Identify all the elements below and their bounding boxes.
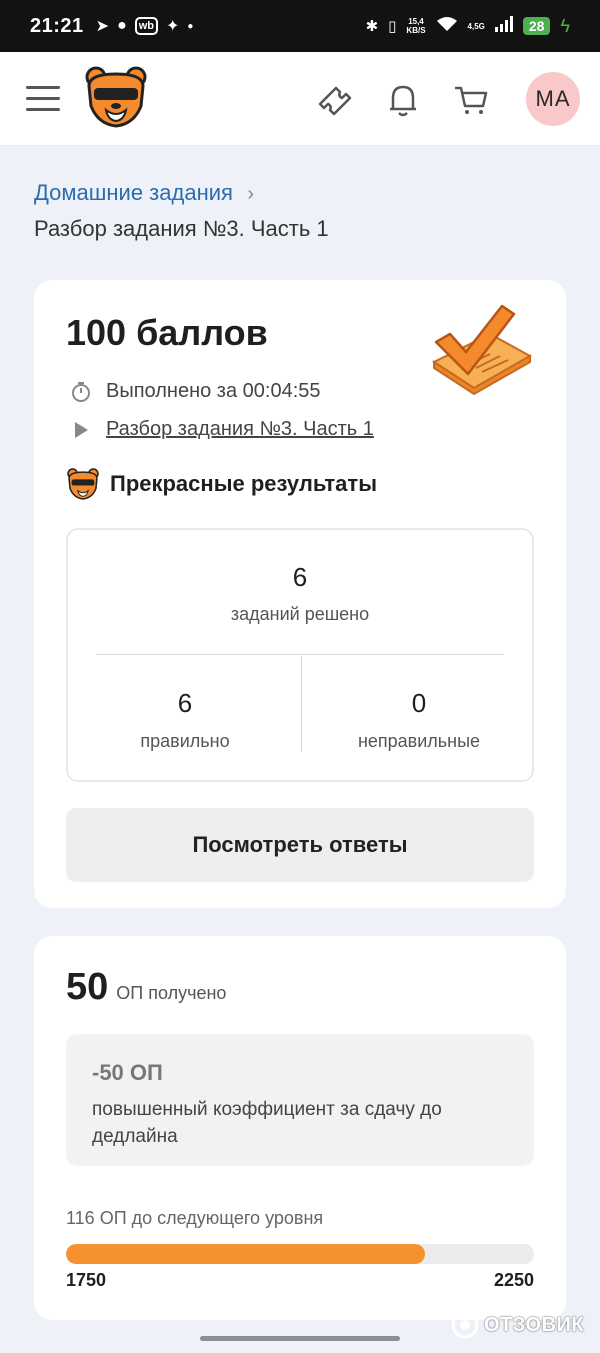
total-solved-label: заданий решено [230,604,370,624]
correct-label: правильно [140,731,230,751]
speed-value: 15,4 [408,17,424,26]
menu-line [26,86,60,89]
result-label-row: Прекрасные результаты [66,468,377,500]
level-progress-bar [66,1244,534,1264]
bear-mascot-icon [67,468,99,500]
level-progress-fill [66,1244,426,1264]
notification-icons: ➤ ● wb ✦ ● [95,16,194,36]
speed-unit: KB/S [406,26,426,35]
next-level-text: 116 ОП до следующего уровня [66,1208,324,1228]
chevron-right-icon: › [247,183,255,205]
task-link-row: Разбор задания №3. Часть 1 [70,418,374,441]
result-label: Прекрасные результаты [110,471,377,496]
bell-icon[interactable] [383,80,423,120]
points-card: 50 ОП получено -50 ОП повышенный коэффиц… [34,936,566,1320]
view-answers-button[interactable]: Посмотреть ответы [66,808,534,882]
charging-icon: ϟ [560,15,570,36]
correct-stat: 6 правильно [68,688,302,752]
checked-paper-icon [431,304,533,396]
task-link[interactable]: Разбор задания №3. Часть 1 [106,418,374,441]
correct-value: 6 [177,688,193,718]
home-indicator[interactable] [200,1336,400,1341]
wb-app-icon: wb [134,17,159,35]
level-min: 1750 [66,1270,107,1290]
chat-icon: ● [117,17,127,34]
score-title: 100 баллов [66,312,268,353]
result-card: 100 баллов Выполнено за 00:04:55 Разбор … [34,280,566,908]
points-value: 50 [66,966,109,1008]
vibrate-icon: ▯ [388,18,397,35]
telegram-icon: ➤ [95,18,110,35]
dot-icon: ● [187,20,194,32]
bear-logo-icon[interactable] [84,66,148,128]
ticket-icon[interactable] [314,80,354,120]
menu-line [26,97,60,100]
stats-box: 6 заданий решено 6 правильно 0 неправиль… [66,528,534,782]
breadcrumb-parent-link[interactable]: Домашние задания [34,180,233,206]
status-time: 21:21 [30,14,84,37]
play-icon [70,419,92,441]
menu-button[interactable] [26,86,60,112]
watermark-text: ОТЗОВИК [484,1313,585,1336]
completed-time-row: Выполнено за 00:04:55 [70,380,321,403]
stopwatch-icon [70,381,92,403]
bluetooth-icon: ✱ [365,18,379,35]
app-header: MA [0,52,600,146]
otzovik-logo-icon [451,1311,479,1339]
network-speed: 15,4 KB/S [406,17,425,35]
cart-icon[interactable] [451,80,491,120]
incorrect-stat: 0 неправильные [302,688,536,752]
total-solved-value: 6 [292,562,308,592]
network-type: 4,5G [467,21,485,31]
status-bar: 21:21 ➤ ● wb ✦ ● ✱ ▯ 15,4 KB/S 4,5G 28 ϟ [0,0,600,52]
penalty-text: повышенный коэффициент за сдачу до дедла… [92,1099,442,1147]
points-row: 50 ОП получено [66,966,226,1009]
incorrect-value: 0 [411,688,427,718]
penalty-box: -50 ОП повышенный коэффициент за сдачу д… [66,1034,534,1166]
breadcrumb-current: Разбор задания №3. Часть 1 [34,216,329,241]
completed-time: Выполнено за 00:04:55 [106,380,321,402]
divider [96,654,504,655]
battery-level: 28 [522,17,551,35]
avatar[interactable]: MA [526,72,580,126]
level-max: 2250 [493,1270,534,1290]
breadcrumb: Домашние задания › [34,180,254,206]
wifi-icon [436,16,458,36]
penalty-value: -50 ОП [92,1060,163,1085]
incorrect-label: неправильные [357,731,481,751]
signal-icon [494,16,513,36]
menu-line [26,108,60,111]
watermark: ОТЗОВИК [450,1310,584,1340]
points-label: ОП получено [116,983,227,1003]
runner-icon: ✦ [166,18,180,35]
